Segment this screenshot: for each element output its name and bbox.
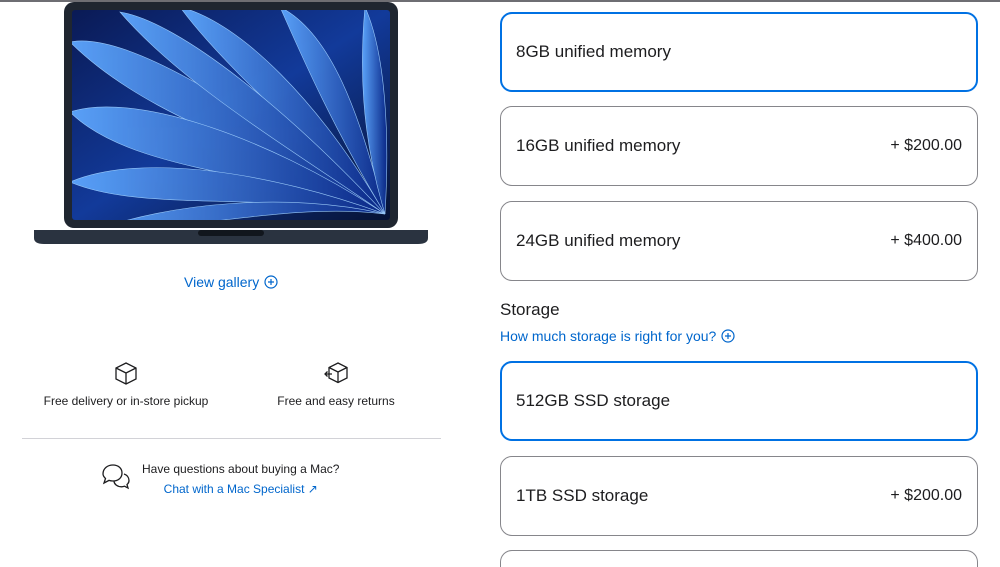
storage-option-next[interactable] [500,550,978,567]
box-icon [115,362,137,385]
option-price: + $200.00 [890,487,962,504]
perk-returns-label: Free and easy returns [277,394,395,408]
perk-delivery: Free delivery or in-store pickup [38,360,214,408]
view-gallery-link[interactable]: View gallery [184,274,278,290]
option-name: 16GB unified memory [516,136,681,155]
option-price: + $400.00 [890,232,962,249]
perk-delivery-label: Free delivery or in-store pickup [43,394,209,408]
return-box-icon [324,362,348,384]
perk-returns: Free and easy returns [275,360,397,408]
help-question: Have questions about buying a Mac? [142,462,340,476]
plus-circle-icon [721,329,735,343]
memory-option-8gb[interactable]: 8GB unified memory [500,12,978,92]
storage-heading: Storage [500,300,560,319]
chat-bubbles-icon [102,464,130,490]
option-price: + $200.00 [890,137,962,154]
chat-specialist-link[interactable]: Chat with a Mac Specialist ↗ [164,482,318,496]
plus-circle-icon [264,275,278,289]
storage-option-1tb[interactable]: 1TB SSD storage + $200.00 [500,456,978,536]
option-name: 1TB SSD storage [516,486,649,505]
macbook-air-image [34,2,428,244]
memory-option-24gb[interactable]: 24GB unified memory + $400.00 [500,201,978,281]
option-name: 8GB unified memory [516,42,671,61]
option-name: 24GB unified memory [516,231,681,250]
section-divider [22,438,441,439]
view-gallery-label: View gallery [184,274,260,290]
storage-option-512gb[interactable]: 512GB SSD storage [500,361,978,441]
storage-help-link[interactable]: How much storage is right for you? [500,328,735,344]
help-section: Have questions about buying a Mac? Chat … [100,462,339,496]
memory-option-16gb[interactable]: 16GB unified memory + $200.00 [500,106,978,186]
option-name: 512GB SSD storage [516,391,671,410]
storage-help-label: How much storage is right for you? [500,328,717,344]
